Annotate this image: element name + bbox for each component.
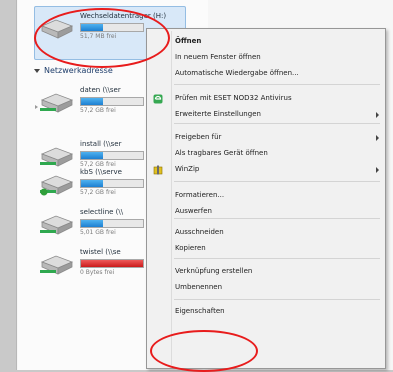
submenu-arrow-icon xyxy=(376,167,379,173)
submenu-arrow-icon xyxy=(376,112,379,118)
menu-item-automatische-wiedergabe-öffnen[interactable]: Automatische Wiedergabe öffnen... xyxy=(147,67,385,81)
menu-item-freigeben-für[interactable]: Freigeben für xyxy=(147,131,385,145)
menu-item-label: Öffnen xyxy=(175,37,202,45)
menu-item-erweiterte-einstellungen[interactable]: Erweiterte Einstellungen xyxy=(147,108,385,122)
menu-item-label: Erweiterte Einstellungen xyxy=(175,110,261,118)
drive-free-space: 57,2 GB frei xyxy=(80,161,116,168)
menu-item-label: Verknüpfung erstellen xyxy=(175,267,253,275)
menu-item-als-tragbares-gerät-öffnen[interactable]: Als tragbares Gerät öffnen xyxy=(147,147,385,161)
menu-item-umbenennen[interactable]: Umbenennen xyxy=(147,281,385,295)
drive-usage-bar xyxy=(80,219,144,228)
drive-item[interactable]: selectline (\\ 5,01 GB frei xyxy=(38,208,158,248)
menu-item-kopieren[interactable]: Kopieren xyxy=(147,242,385,256)
drive-item[interactable]: kbS (\\serve 57,2 GB frei xyxy=(38,168,158,208)
menu-item-label: Eigenschaften xyxy=(175,307,225,315)
drive-usage-bar xyxy=(80,151,144,160)
menu-separator xyxy=(174,181,380,182)
menu-item-auswerfen[interactable]: Auswerfen xyxy=(147,205,385,219)
eset-icon xyxy=(153,94,163,104)
drive-name: selectline (\\ xyxy=(80,208,124,216)
drive-name: install (\\ser xyxy=(80,140,122,148)
drive-item[interactable]: daten (\\ser 57,2 GB frei xyxy=(38,86,158,126)
submenu-arrow-icon xyxy=(376,135,379,141)
menu-item-label: Ausschneiden xyxy=(175,228,224,236)
menu-item-verknüpfung-erstellen[interactable]: Verknüpfung erstellen xyxy=(147,265,385,279)
menu-separator xyxy=(174,123,380,124)
menu-item-öffnen[interactable]: Öffnen xyxy=(147,35,385,49)
menu-item-label: Umbenennen xyxy=(175,283,223,291)
drive-icon xyxy=(40,147,74,167)
menu-item-label: Prüfen mit ESET NOD32 Antivirus xyxy=(175,94,292,102)
drive-free-space: 5,01 GB frei xyxy=(80,229,116,236)
menu-item-formatieren[interactable]: Formatieren... xyxy=(147,189,385,203)
menu-item-in-neuem-fenster-öffnen[interactable]: In neuem Fenster öffnen xyxy=(147,51,385,65)
drive-usage-fill xyxy=(81,260,143,267)
drive-icon xyxy=(40,255,74,275)
drive-usage-fill xyxy=(81,98,103,105)
menu-item-label: In neuem Fenster öffnen xyxy=(175,53,261,61)
winzip-icon xyxy=(153,165,163,175)
collapse-triangle-icon[interactable] xyxy=(34,68,40,73)
drive-usage-bar xyxy=(80,97,144,106)
drive-icon xyxy=(40,215,74,235)
drive-usage-fill xyxy=(81,152,103,159)
menu-item-label: Als tragbares Gerät öffnen xyxy=(175,149,268,157)
drive-usage-bar xyxy=(80,179,144,188)
drive-icon xyxy=(40,175,74,196)
menu-item-label: WinZip xyxy=(175,165,200,173)
drive-free-space: 57,2 GB frei xyxy=(80,107,116,114)
highlight-ellipse-properties xyxy=(150,330,258,372)
menu-separator xyxy=(174,258,380,259)
context-menu: Öffnen In neuem Fenster öffnen Automatisch… xyxy=(146,28,386,369)
menu-item-prüfen-mit-eset-nod32-antivirus[interactable]: Prüfen mit ESET NOD32 Antivirus xyxy=(147,92,385,106)
menu-item-eigenschaften[interactable]: Eigenschaften xyxy=(147,305,385,319)
menu-item-label: Formatieren... xyxy=(175,191,225,199)
drive-free-space: 57,2 GB frei xyxy=(80,189,116,196)
menu-item-label: Auswerfen xyxy=(175,207,212,215)
drive-icon xyxy=(40,93,74,113)
drive-name: twistel (\\se xyxy=(80,248,121,256)
menu-item-ausschneiden[interactable]: Ausschneiden xyxy=(147,226,385,240)
highlight-ellipse-drive xyxy=(34,8,170,68)
drive-item[interactable]: twistel (\\se 0 Bytes frei xyxy=(38,248,158,288)
drive-name: kbS (\\serve xyxy=(80,168,122,176)
menu-separator xyxy=(174,84,380,85)
drive-usage-fill xyxy=(81,220,103,227)
menu-item-label: Kopieren xyxy=(175,244,206,252)
menu-separator xyxy=(174,299,380,300)
drive-free-space: 0 Bytes frei xyxy=(80,269,115,276)
drive-name: daten (\\ser xyxy=(80,86,121,94)
menu-item-label: Automatische Wiedergabe öffnen... xyxy=(175,69,299,77)
menu-item-winzip[interactable]: WinZip xyxy=(147,163,385,177)
drive-usage-bar xyxy=(80,259,144,268)
drive-usage-fill xyxy=(81,180,103,187)
menu-item-label: Freigeben für xyxy=(175,133,222,141)
